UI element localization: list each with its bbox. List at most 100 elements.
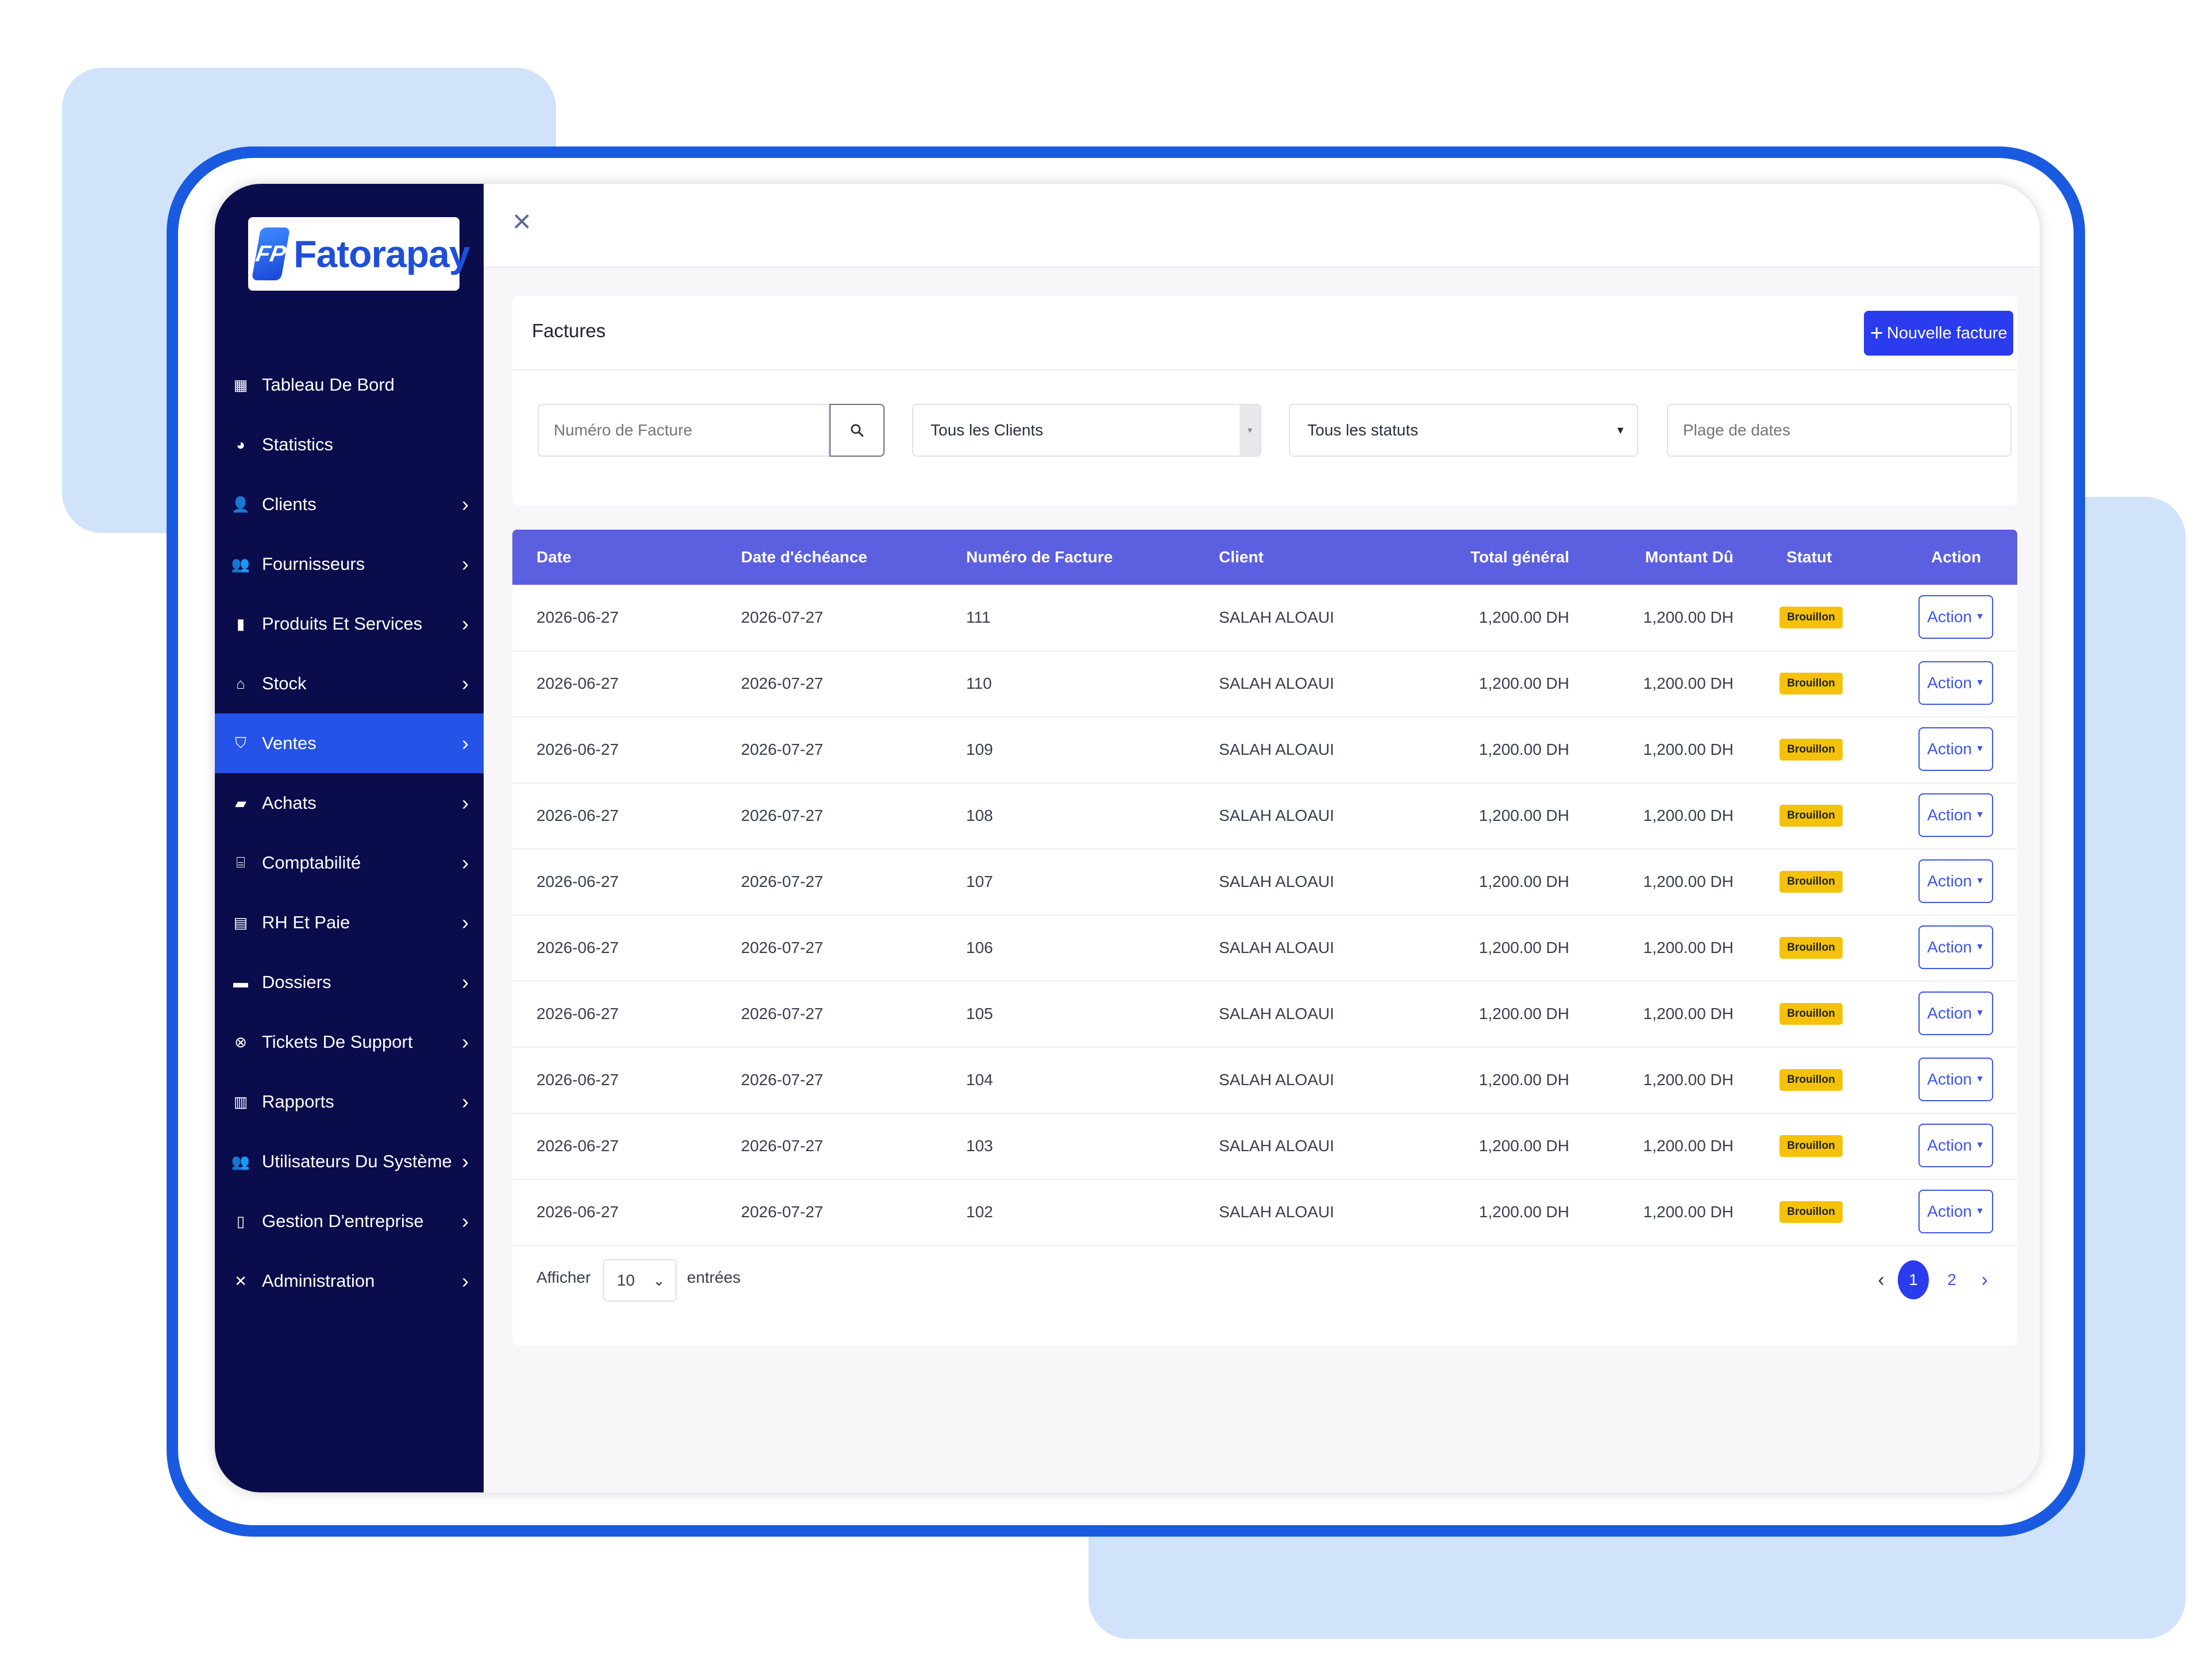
cell-number: 110: [966, 674, 992, 692]
cell-number: 105: [966, 1005, 993, 1023]
caret-down-icon: ▼: [1975, 744, 1985, 754]
cell-date: 2026-06-27: [536, 608, 619, 626]
lifebuoy-icon: ⊗: [234, 1033, 247, 1051]
sidebar-item-comptabilite[interactable]: ⌸ Comptabilité ›: [215, 833, 484, 893]
action-label: Action: [1927, 806, 1972, 824]
chevron-right-icon: ›: [462, 612, 469, 635]
sidebar-item-rapports[interactable]: ▥ Rapports ›: [215, 1072, 484, 1132]
action-dropdown-button[interactable]: Action ▼: [1918, 859, 1993, 903]
action-dropdown-button[interactable]: Action ▼: [1918, 727, 1993, 771]
chevron-down-icon: ⌄: [653, 1271, 665, 1289]
chevron-right-icon: ›: [462, 672, 469, 695]
cell-client: SALAH ALOAUI: [1219, 1137, 1334, 1155]
users-icon: 👥: [231, 555, 250, 573]
action-dropdown-button[interactable]: Action ▼: [1918, 1190, 1993, 1233]
cell-date: 2026-06-27: [536, 1071, 619, 1089]
close-icon[interactable]: ×: [512, 205, 541, 237]
cell-due-amount: 1,200.00 DH: [1643, 608, 1734, 626]
action-dropdown-button[interactable]: Action ▼: [1918, 925, 1993, 969]
date-range-input[interactable]: [1667, 404, 2012, 457]
sidebar-item-tickets-de-support[interactable]: ⊗ Tickets De Support ›: [215, 1012, 484, 1072]
cell-due-amount: 1,200.00 DH: [1643, 873, 1734, 890]
select-arrow-icon: ▾: [1240, 405, 1260, 456]
sidebar-item-administration[interactable]: ✕ Administration ›: [215, 1251, 484, 1311]
action-dropdown-button[interactable]: Action ▼: [1918, 1124, 1993, 1167]
cell-date: 2026-06-27: [536, 873, 619, 890]
box-icon: ▮: [236, 615, 245, 632]
sidebar-item-stock[interactable]: ⌂ Stock ›: [215, 654, 484, 713]
table-row: 2026-06-27 2026-07-27 107 SALAH ALOAUI 1,200…: [512, 849, 2017, 916]
chevron-right-icon: ›: [462, 492, 469, 516]
page-1-button[interactable]: 1: [1898, 1260, 1929, 1299]
cell-number: 111: [966, 608, 991, 626]
invoices-table-card: Date Date d'échéance Numéro de Facture Clie…: [512, 530, 2017, 1345]
action-dropdown-button[interactable]: Action ▼: [1918, 991, 1993, 1035]
cell-number: 106: [966, 939, 993, 956]
table-footer: Afficher 10 ⌄ entrées ‹ 1 2 ›: [512, 1251, 2017, 1309]
sidebar-item-label: Dossiers: [262, 972, 331, 992]
table-row: 2026-06-27 2026-07-27 111 SALAH ALOAUI 1,200…: [512, 585, 2017, 651]
caret-down-icon: ▼: [1975, 678, 1985, 688]
action-dropdown-button[interactable]: Action ▼: [1918, 595, 1993, 639]
header-divider: [512, 369, 2017, 371]
sidebar-menu: ▦ Tableau De Bord ◕ Statistics 👤 Clients › 👥 Fou…: [215, 355, 484, 1311]
new-invoice-button[interactable]: + Nouvelle facture: [1864, 311, 2013, 356]
chevron-right-icon: ›: [462, 1090, 469, 1113]
sidebar-item-dossiers[interactable]: ▬ Dossiers ›: [215, 952, 484, 1012]
sidebar-item-label: Gestion D'entreprise: [262, 1211, 424, 1231]
action-dropdown-button[interactable]: Action ▼: [1918, 1058, 1993, 1101]
sidebar-item-label: Rapports: [262, 1091, 334, 1112]
cell-client: SALAH ALOAUI: [1219, 674, 1334, 692]
status-badge: Brouillon: [1779, 871, 1843, 893]
sidebar-item-utilisateurs-du-systeme[interactable]: 👥 Utilisateurs Du Système ›: [215, 1132, 484, 1191]
table-row: 2026-06-27 2026-07-27 109 SALAH ALOAUI 1,200…: [512, 717, 2017, 784]
chevron-right-icon: ›: [462, 791, 469, 815]
sidebar-item-clients[interactable]: 👤 Clients ›: [215, 474, 484, 534]
caret-down-icon: ▼: [1975, 876, 1985, 886]
page-2-button[interactable]: 2: [1936, 1259, 1968, 1301]
table-row: 2026-06-27 2026-07-27 102 SALAH ALOAUI 1,200…: [512, 1179, 2017, 1246]
sidebar-item-label: Utilisateurs Du Système: [262, 1151, 452, 1171]
per-page-value: 10: [617, 1271, 635, 1289]
action-label: Action: [1927, 1004, 1972, 1022]
sidebar-item-fournisseurs[interactable]: 👥 Fournisseurs ›: [215, 534, 484, 594]
sidebar-item-label: Fournisseurs: [262, 554, 365, 574]
chevron-right-icon: ›: [462, 1030, 469, 1054]
action-dropdown-button[interactable]: Action ▼: [1918, 661, 1993, 705]
cell-client: SALAH ALOAUI: [1219, 807, 1334, 824]
sidebar-item-label: Administration: [262, 1271, 375, 1291]
action-dropdown-button[interactable]: Action ▼: [1918, 793, 1993, 837]
status-select[interactable]: Tous les statuts ▼: [1289, 404, 1638, 457]
cell-due-amount: 1,200.00 DH: [1643, 740, 1734, 758]
brand-logo[interactable]: FP Fatorapay: [248, 217, 470, 291]
status-badge: Brouillon: [1779, 1135, 1843, 1157]
clients-select[interactable]: Tous les Clients ▾: [912, 404, 1261, 457]
cell-client: SALAH ALOAUI: [1219, 939, 1334, 956]
logo-mark-icon: FP: [251, 227, 291, 280]
cell-total: 1,200.00 DH: [1478, 873, 1569, 890]
sidebar-item-rh-et-paie[interactable]: ▤ RH Et Paie ›: [215, 893, 484, 952]
cell-due: 2026-07-27: [741, 939, 824, 956]
sidebar-item-gestion-d-entreprise[interactable]: ▯ Gestion D'entreprise ›: [215, 1191, 484, 1251]
sidebar-item-produits-et-services[interactable]: ▮ Produits Et Services ›: [215, 594, 484, 654]
action-label: Action: [1927, 740, 1972, 758]
clients-select-value: Tous les Clients: [931, 421, 1044, 439]
search-button[interactable]: [829, 404, 885, 457]
cell-total: 1,200.00 DH: [1478, 608, 1569, 626]
action-label: Action: [1927, 608, 1972, 626]
sidebar-item-statistics[interactable]: ◕ Statistics: [215, 415, 484, 474]
sidebar-item-tableau-de-bord[interactable]: ▦ Tableau De Bord: [215, 355, 484, 415]
sidebar-item-achats[interactable]: ▰ Achats ›: [215, 773, 484, 833]
column-header: Date d'échéance: [741, 548, 867, 566]
table-row: 2026-06-27 2026-07-27 108 SALAH ALOAUI 1,200…: [512, 783, 2017, 850]
bank-icon: ⌸: [236, 854, 245, 871]
status-badge: Brouillon: [1779, 937, 1843, 959]
sidebar-item-ventes[interactable]: ⛉ Ventes ›: [215, 713, 484, 773]
invoice-number-input[interactable]: [538, 404, 829, 457]
sidebar-item-label: Produits Et Services: [262, 614, 423, 634]
next-page-icon[interactable]: ›: [1971, 1259, 1998, 1301]
entries-label: entrées: [687, 1268, 741, 1286]
prev-page-icon[interactable]: ‹: [1868, 1259, 1894, 1301]
status-badge: Brouillon: [1779, 1069, 1843, 1091]
per-page-select[interactable]: 10 ⌄: [603, 1259, 677, 1302]
